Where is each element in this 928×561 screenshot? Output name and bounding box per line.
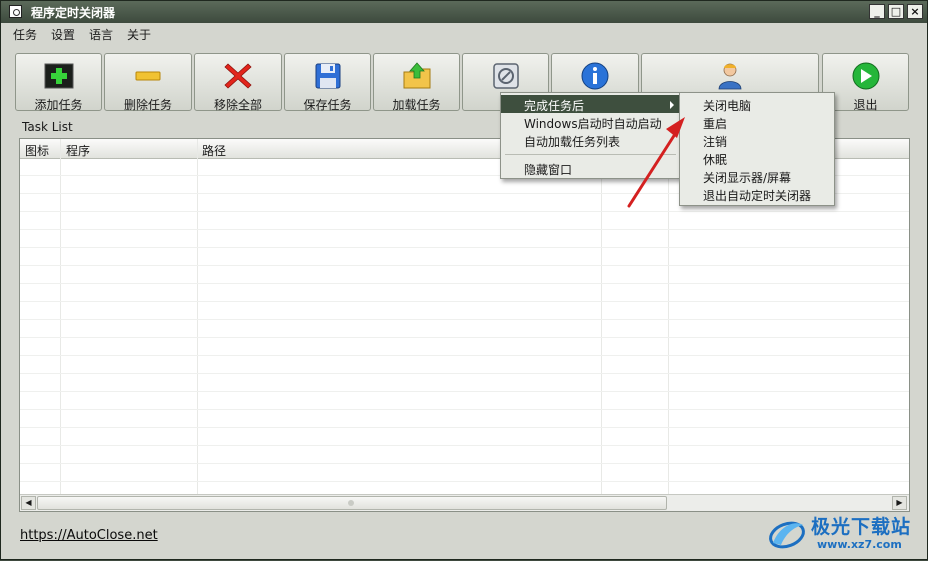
menu-bar: 任务 设置 语言 关于 — [1, 23, 927, 43]
after-task-submenu: 关闭电脑 重启 注销 休眠 关闭显示器/屏幕 退出自动定时关闭器 — [679, 92, 835, 206]
table-row — [20, 409, 909, 410]
delete-task-button[interactable]: 删除任务 — [104, 53, 192, 112]
save-task-label: 保存任务 — [303, 98, 352, 112]
submenu-arrow-icon — [670, 101, 674, 109]
table-row — [20, 463, 909, 464]
column-icon[interactable]: 图标 — [25, 142, 49, 159]
scroll-grip-icon — [348, 500, 354, 506]
add-task-button[interactable]: 添加任务 — [15, 53, 102, 112]
menu-language[interactable]: 语言 — [89, 26, 113, 43]
window-title: 程序定时关闭器 — [31, 6, 116, 20]
scroll-right-icon[interactable]: ▶ — [892, 496, 907, 510]
menu-item-label: 完成任务后 — [524, 99, 585, 113]
load-task-button[interactable]: 加载任务 — [373, 53, 460, 112]
remove-all-label: 移除全部 — [213, 98, 262, 112]
table-row — [20, 283, 909, 284]
table-row — [20, 445, 909, 446]
submenu-item-label: 退出自动定时关闭器 — [703, 189, 812, 203]
delete-task-label: 删除任务 — [123, 98, 172, 112]
submenu-item-shutdown[interactable]: 关闭电脑 — [680, 95, 834, 113]
maximize-button[interactable]: □ — [888, 4, 904, 19]
table-row — [20, 355, 909, 356]
table-row — [20, 391, 909, 392]
table-row — [20, 337, 909, 338]
remove-all-button[interactable]: 移除全部 — [194, 53, 282, 112]
exit-label: 退出 — [853, 98, 878, 112]
submenu-item-label: 休眠 — [703, 153, 728, 167]
exit-button[interactable]: 退出 — [822, 53, 909, 112]
table-row — [20, 229, 909, 230]
settings-context-menu: 完成任务后 Windows启动时自动启动 自动加载任务列表 隐藏窗口 — [500, 92, 681, 179]
submenu-item-restart[interactable]: 重启 — [680, 113, 834, 131]
app-window: 程序定时关闭器 _ □ × 任务 设置 语言 关于 添加任务 删除任务 移除全部 — [0, 0, 928, 560]
table-row — [20, 319, 909, 320]
add-task-label: 添加任务 — [34, 98, 83, 112]
submenu-item-exit-app[interactable]: 退出自动定时关闭器 — [680, 185, 834, 203]
watermark-logo-icon — [769, 521, 805, 549]
table-row — [20, 301, 909, 302]
app-clock-icon — [9, 5, 22, 18]
menu-item-hide-window[interactable]: 隐藏窗口 — [501, 159, 680, 177]
menu-settings[interactable]: 设置 — [51, 26, 75, 43]
column-program[interactable]: 程序 — [66, 142, 90, 159]
menu-separator — [505, 154, 676, 155]
watermark: 极光下载站 www.xz7.com — [763, 509, 923, 557]
submenu-item-logoff[interactable]: 注销 — [680, 131, 834, 149]
menu-item-label: 自动加载任务列表 — [524, 135, 621, 149]
table-row — [20, 211, 909, 212]
submenu-item-label: 注销 — [703, 135, 728, 149]
minimize-button[interactable]: _ — [869, 4, 885, 19]
user-icon — [718, 63, 742, 90]
column-path[interactable]: 路径 — [202, 142, 226, 159]
close-button[interactable]: × — [907, 4, 923, 19]
watermark-title: 极光下载站 — [811, 516, 912, 538]
submenu-item-label: 关闭显示器/屏幕 — [703, 171, 792, 185]
settings-icon — [492, 63, 519, 89]
menu-item-after-task[interactable]: 完成任务后 — [501, 95, 680, 113]
menu-item-autostart[interactable]: Windows启动时自动启动 — [501, 113, 680, 131]
submenu-item-label: 重启 — [703, 117, 728, 131]
website-link[interactable]: https://AutoClose.net — [20, 528, 158, 543]
submenu-item-monitor-off[interactable]: 关闭显示器/屏幕 — [680, 167, 834, 185]
table-row — [20, 265, 909, 266]
info-icon — [581, 62, 609, 90]
delete-task-icon — [135, 71, 161, 81]
table-row — [20, 481, 909, 482]
table-row — [20, 427, 909, 428]
save-task-button[interactable]: 保存任务 — [284, 53, 371, 112]
menu-item-label: Windows启动时自动启动 — [524, 117, 662, 131]
watermark-url: www.xz7.com — [817, 538, 902, 551]
table-row — [20, 247, 909, 248]
menu-task[interactable]: 任务 — [13, 26, 37, 43]
scroll-thumb[interactable] — [37, 496, 667, 510]
load-task-icon — [403, 62, 430, 89]
scroll-left-icon[interactable]: ◀ — [21, 496, 36, 510]
submenu-item-hibernate[interactable]: 休眠 — [680, 149, 834, 167]
load-task-label: 加载任务 — [392, 98, 441, 112]
submenu-item-label: 关闭电脑 — [703, 99, 752, 113]
task-list-label: Task List — [22, 120, 73, 134]
title-bar[interactable]: 程序定时关闭器 _ □ × — [1, 1, 927, 23]
save-task-icon — [315, 63, 340, 89]
remove-all-icon — [224, 63, 252, 89]
menu-item-label: 隐藏窗口 — [524, 163, 573, 177]
menu-about[interactable]: 关于 — [127, 26, 151, 43]
add-task-icon — [44, 63, 73, 89]
table-row — [20, 373, 909, 374]
exit-icon — [852, 62, 879, 90]
menu-item-autoload[interactable]: 自动加载任务列表 — [501, 131, 680, 149]
